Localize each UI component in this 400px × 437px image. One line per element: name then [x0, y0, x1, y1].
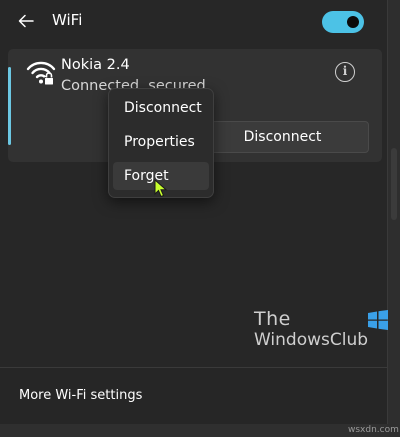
mouse-cursor-icon — [154, 179, 168, 198]
context-menu-properties[interactable]: Properties — [113, 128, 209, 156]
site-watermark: wsxdn.com — [348, 425, 399, 435]
footer: More Wi-Fi settings — [0, 368, 387, 424]
wifi-flyout: WiFi Nokia 2.4 Connected, secured i Disc… — [0, 0, 388, 425]
back-arrow-icon — [18, 14, 34, 28]
scrollbar[interactable] — [388, 0, 400, 437]
network-name: Nokia 2.4 — [61, 57, 130, 73]
page-title: WiFi — [52, 11, 83, 29]
info-icon: i — [342, 64, 348, 78]
watermark-line2: WindowsClub — [254, 330, 369, 350]
context-menu-disconnect[interactable]: Disconnect — [113, 94, 209, 122]
watermark-line1: The — [254, 308, 291, 330]
windows-logo-icon — [368, 310, 388, 330]
back-button[interactable] — [13, 9, 39, 33]
scrollbar-thumb[interactable] — [391, 148, 397, 220]
selected-indicator — [8, 67, 11, 145]
more-wifi-settings-link[interactable]: More Wi-Fi settings — [19, 388, 142, 403]
wifi-secured-icon — [26, 61, 56, 86]
disconnect-button[interactable]: Disconnect — [196, 121, 369, 153]
header: WiFi — [0, 0, 387, 44]
toggle-knob — [347, 16, 359, 28]
watermark: The WindowsClub — [254, 308, 394, 354]
wifi-toggle[interactable] — [322, 11, 364, 33]
bottom-bar — [0, 424, 388, 437]
network-properties-button[interactable]: i — [335, 62, 355, 82]
